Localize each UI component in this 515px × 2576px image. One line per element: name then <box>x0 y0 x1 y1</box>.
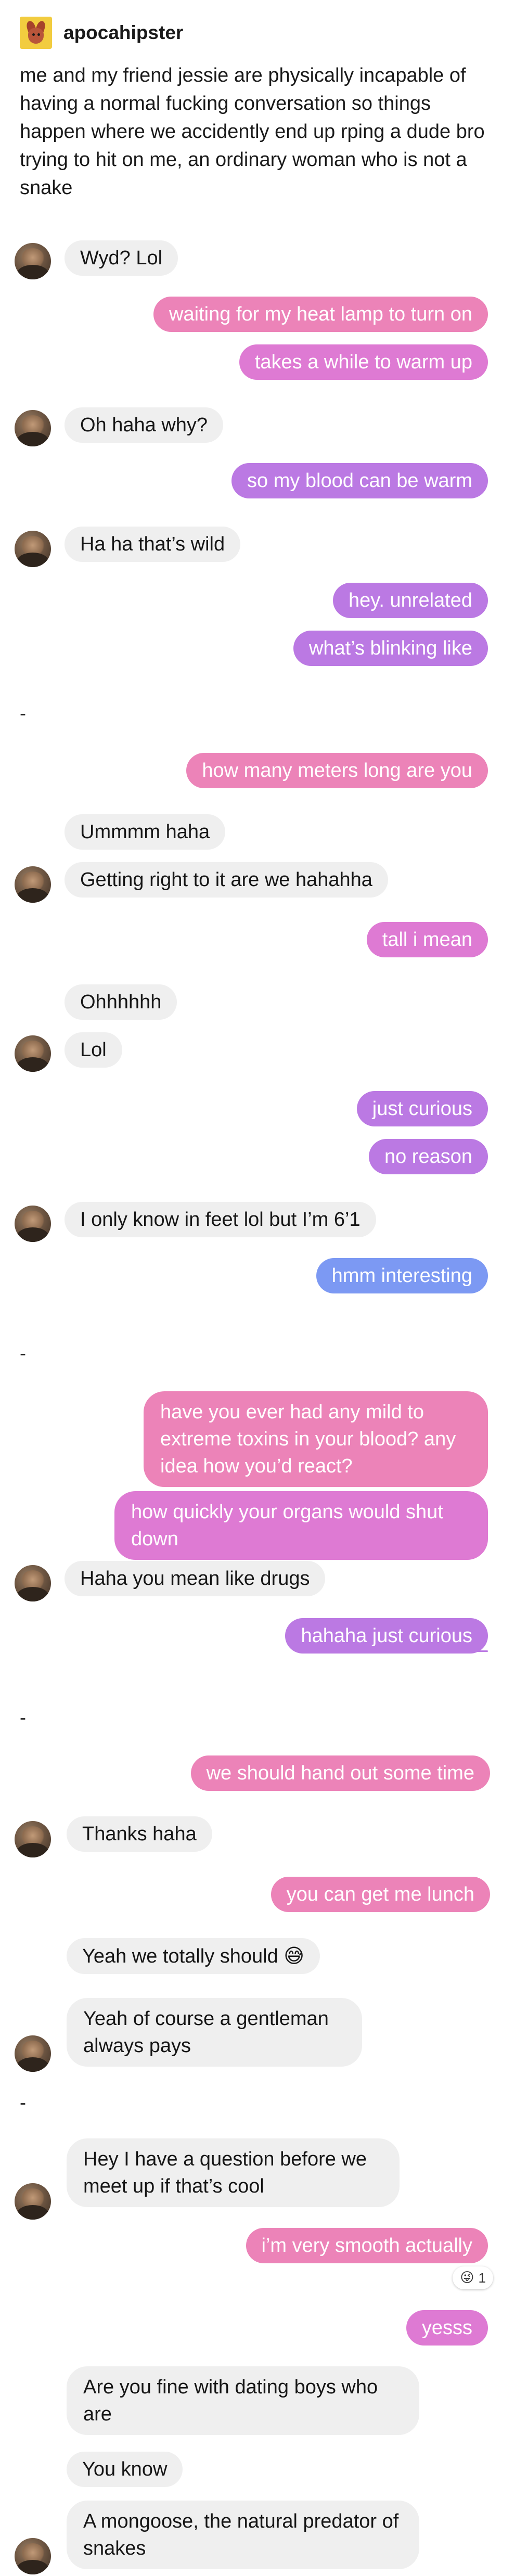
screenshot-5: - Hey I have a question before we meet u… <box>0 2092 515 2576</box>
screenshot-4: - we should hand out some time Thanks ha… <box>0 1707 515 2014</box>
incoming-message: Oh haha why? <box>65 407 224 443</box>
message-tail-line <box>442 1650 488 1652</box>
contact-avatar-icon <box>15 531 51 567</box>
screenshot-2: - how many meters long are you Ummmm hah… <box>0 682 515 1293</box>
separator: - <box>20 702 26 724</box>
incoming-message: Yeah of course a gentleman always pays <box>67 1998 362 2067</box>
incoming-message: Hey I have a question before we meet up … <box>67 2138 400 2207</box>
incoming-message: Ha ha that’s wild <box>65 527 241 562</box>
separator: - <box>20 1707 26 1728</box>
screenshot-3: - have you ever had any mild to extreme … <box>0 1342 515 1717</box>
contact-avatar-icon <box>15 2538 51 2574</box>
contact-avatar-icon <box>15 1565 51 1601</box>
contact-avatar-icon <box>15 1035 51 1072</box>
contact-avatar-icon <box>15 866 51 903</box>
outgoing-message: how quickly your organs would shut down <box>114 1491 488 1560</box>
reaction-count: 1 <box>478 2270 486 2286</box>
incoming-message: Lol <box>65 1032 122 1068</box>
screenshot-4-continued: Yeah of course a gentleman always pays <box>0 1998 515 2076</box>
incoming-message: Thanks haha <box>67 1816 212 1852</box>
outgoing-message: hmm interesting <box>316 1258 488 1293</box>
post-caption: me and my friend jessie are physically i… <box>20 65 485 199</box>
outgoing-message: i’m very smooth actually <box>246 2228 488 2263</box>
incoming-message: A mongoose, the natural predator of snak… <box>67 2501 419 2569</box>
outgoing-message: no reason <box>368 1139 488 1174</box>
outgoing-message: tall i mean <box>366 922 488 957</box>
outgoing-message: what’s blinking like <box>293 631 488 666</box>
contact-avatar-icon <box>15 410 51 446</box>
outgoing-message: we should hand out some time <box>190 1755 490 1791</box>
post-header: apocahipster <box>20 16 183 50</box>
incoming-message: You know <box>67 2452 183 2487</box>
blog-username[interactable]: apocahipster <box>63 22 183 44</box>
incoming-message: Haha you mean like drugs <box>65 1561 326 1596</box>
incoming-message: Yeah we totally should 😅 <box>67 1938 320 1974</box>
outgoing-message: so my blood can be warm <box>231 463 488 498</box>
blog-avatar-icon[interactable] <box>20 17 52 49</box>
separator: - <box>20 2092 26 2113</box>
outgoing-message: takes a while to warm up <box>239 344 488 380</box>
contact-avatar-icon <box>15 1206 51 1242</box>
conversation-screenshots: Wyd? Lol waiting for my heat lamp to tur… <box>0 224 515 2576</box>
outgoing-message: you can get me lunch <box>271 1877 490 1912</box>
incoming-message: Ummmm haha <box>65 814 226 850</box>
message-text: Yeah we totally should <box>82 1945 278 1967</box>
contact-avatar-icon <box>15 1821 51 1857</box>
contact-avatar-icon <box>15 2183 51 2220</box>
incoming-message: Wyd? Lol <box>65 240 178 276</box>
outgoing-message: hahaha just curious <box>285 1618 488 1654</box>
outgoing-message: waiting for my heat lamp to turn on <box>153 297 488 332</box>
incoming-message: Are you fine with dating boys who are <box>67 2366 419 2435</box>
winking-tongue-emoji-icon: 😜 <box>460 2270 474 2286</box>
outgoing-message: hey. unrelated <box>332 583 488 618</box>
incoming-message: I only know in feet lol but I’m 6’1 <box>65 1202 376 1237</box>
screenshot-1: Wyd? Lol waiting for my heat lamp to tur… <box>0 224 515 682</box>
message-reaction[interactable]: 😜 1 <box>453 2266 493 2289</box>
outgoing-message: yesss <box>406 2310 488 2346</box>
outgoing-message: have you ever had any mild to extreme to… <box>144 1391 488 1487</box>
separator: - <box>20 1342 26 1364</box>
contact-avatar-icon <box>15 243 51 279</box>
incoming-message: Ohhhhhh <box>65 984 177 1020</box>
outgoing-message: just curious <box>356 1091 488 1126</box>
outgoing-message: how many meters long are you <box>186 753 488 788</box>
contact-avatar-icon <box>15 2035 51 2072</box>
sweat-smile-emoji-icon: 😅 <box>284 1944 304 1967</box>
incoming-message: Getting right to it are we hahahha <box>65 862 388 898</box>
